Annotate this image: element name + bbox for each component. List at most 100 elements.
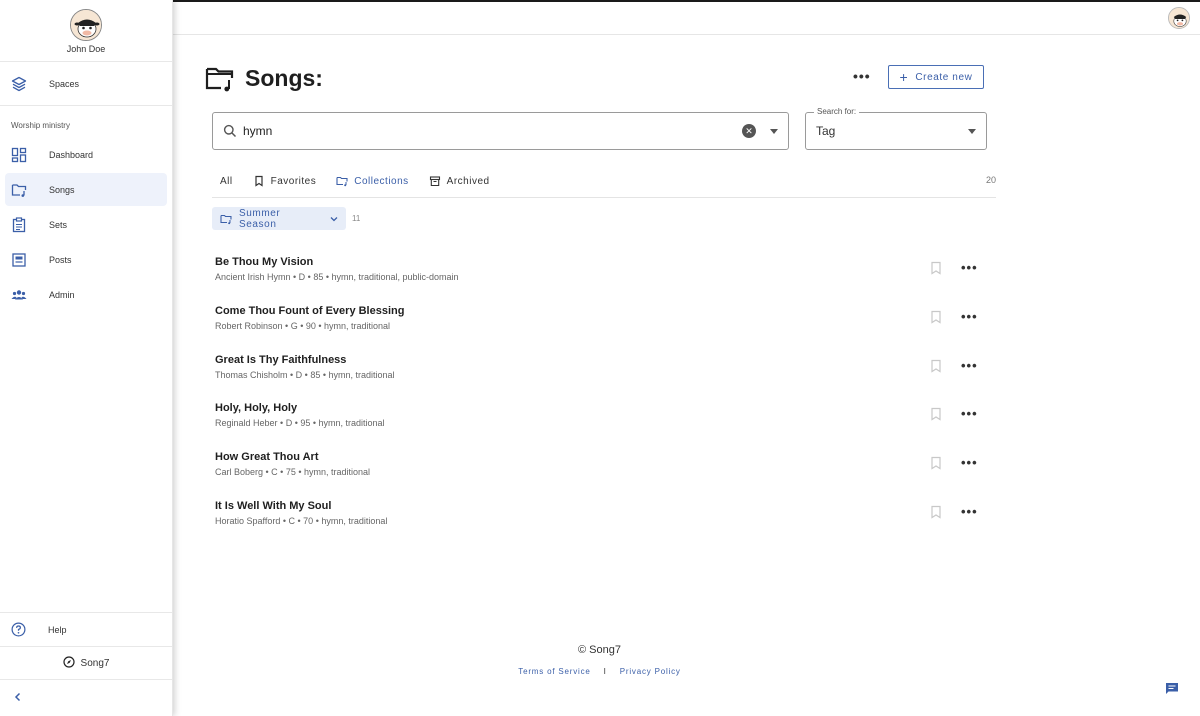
sidebar-item-help[interactable]: Help — [0, 612, 172, 646]
collection-folder-icon — [336, 176, 348, 187]
sidebar-item-dashboard[interactable]: Dashboard — [5, 138, 167, 171]
sidebar-item-sets[interactable]: Sets — [5, 208, 167, 241]
collection-folder-icon — [220, 214, 232, 224]
sidebar-item-label: Spaces — [49, 78, 80, 89]
search-field[interactable]: ✕ — [212, 112, 789, 150]
tab-collections[interactable]: Collections — [336, 170, 408, 192]
sidebar-bottom: Help Song7 — [0, 612, 172, 716]
tab-label: All — [220, 175, 233, 187]
tab-archived[interactable]: Archived — [429, 170, 490, 192]
chevron-down-icon — [330, 216, 338, 221]
privacy-link[interactable]: Privacy Policy — [620, 667, 681, 676]
tab-label: Archived — [446, 175, 490, 187]
song-more-options-button[interactable]: ••• — [961, 406, 978, 421]
song-tabs: All Favorites Collections Archived 20 — [212, 170, 996, 198]
song-meta: Reginald Heber • D • 95 • hymn, traditio… — [215, 418, 385, 429]
bookmark-icon[interactable] — [930, 505, 942, 519]
sidebar-item-songs[interactable]: Songs — [5, 173, 167, 206]
search-for-select[interactable]: Search for: Tag — [805, 107, 987, 150]
dashboard-icon — [11, 147, 27, 163]
bookmark-icon — [255, 175, 263, 187]
sidebar-item-admin[interactable]: Admin — [5, 278, 167, 311]
chevron-down-icon — [968, 128, 976, 134]
bookmark-icon[interactable] — [930, 359, 942, 373]
page-title: Songs: — [245, 64, 323, 91]
footer-separator: I — [603, 667, 607, 676]
bookmark-icon[interactable] — [930, 456, 942, 470]
song-row[interactable]: Holy, Holy, Holy Reginald Heber • D • 95… — [215, 400, 980, 449]
search-for-label: Search for: — [814, 107, 860, 116]
tab-all[interactable]: All — [212, 170, 233, 192]
collapse-sidebar-button[interactable] — [0, 679, 172, 716]
song-title[interactable]: It Is Well With My Soul — [215, 498, 980, 512]
copyright: © Song7 — [578, 644, 621, 656]
profile-section: John Doe — [0, 0, 172, 62]
song-count: 20 — [985, 175, 996, 185]
song-meta: Robert Robinson • G • 90 • hymn, traditi… — [215, 320, 391, 331]
song-more-options-button[interactable]: ••• — [961, 504, 978, 519]
top-user-avatar[interactable] — [1168, 7, 1190, 29]
clipboard-icon — [11, 216, 27, 233]
song-title[interactable]: Be Thou My Vision — [215, 254, 980, 268]
footer: © Song7 Terms of Service I Privacy Polic… — [173, 644, 1026, 676]
top-bar — [173, 0, 1200, 35]
tab-favorites[interactable]: Favorites — [253, 170, 317, 192]
chevron-left-icon — [13, 689, 23, 707]
song-meta: Ancient Irish Hymn • D • 85 • hymn, trad… — [215, 272, 459, 282]
song-title[interactable]: Come Thou Fount of Every Blessing — [215, 303, 980, 317]
songs-folder-icon — [11, 182, 27, 198]
sidebar-item-spaces[interactable]: Spaces — [5, 67, 167, 100]
help-icon — [11, 622, 26, 637]
song-meta: Thomas Chisholm • D • 85 • hymn, traditi… — [215, 369, 395, 380]
bookmark-icon[interactable] — [930, 407, 942, 421]
song-meta: Horatio Spafford • C • 70 • hymn, tradit… — [215, 515, 388, 526]
user-name: John Doe — [66, 44, 106, 54]
chat-icon[interactable] — [1165, 682, 1179, 695]
archive-icon — [429, 176, 440, 187]
sidebar-item-label: Dashboard — [49, 149, 94, 160]
section-label: Worship ministry — [11, 121, 70, 130]
song-title[interactable]: How Great Thou Art — [215, 449, 980, 463]
cow-avatar-icon — [1169, 8, 1189, 28]
song-more-options-button[interactable]: ••• — [961, 358, 978, 373]
bookmark-icon[interactable] — [930, 310, 942, 324]
terms-link[interactable]: Terms of Service — [518, 667, 590, 676]
posts-icon — [11, 252, 27, 268]
song-row[interactable]: It Is Well With My Soul Horatio Spafford… — [215, 498, 980, 547]
clear-search-icon[interactable]: ✕ — [742, 124, 756, 138]
song-more-options-button[interactable]: ••• — [961, 260, 978, 275]
bookmark-icon[interactable] — [930, 261, 942, 275]
page-more-options-button[interactable]: ••• — [853, 68, 871, 84]
song-row[interactable]: Be Thou My Vision Ancient Irish Hymn • D… — [215, 254, 980, 303]
collection-name: Summer Season — [238, 207, 281, 230]
create-new-label: Create new — [915, 71, 973, 83]
song-title[interactable]: Holy, Holy, Holy — [215, 400, 980, 414]
sidebar-item-posts[interactable]: Posts — [5, 243, 167, 276]
search-input[interactable] — [243, 124, 742, 138]
search-icon — [223, 124, 237, 138]
song-more-options-button[interactable]: ••• — [961, 455, 978, 470]
footer-links: Terms of Service I Privacy Policy — [173, 667, 1026, 676]
create-new-button[interactable]: + Create new — [888, 65, 984, 89]
song-row[interactable]: Come Thou Fount of Every Blessing Robert… — [215, 303, 980, 352]
sidebar-item-label: Help — [48, 624, 67, 635]
sidebar: John Doe Spaces Worship ministry Dashboa… — [0, 0, 173, 716]
song-row[interactable]: Great Is Thy Faithfulness Thomas Chishol… — [215, 352, 980, 401]
sidebar-item-label: Sets — [49, 219, 68, 230]
song-row[interactable]: How Great Thou Art Carl Boberg • C • 75 … — [215, 449, 980, 498]
song-list: Be Thou My Vision Ancient Irish Hymn • D… — [215, 254, 980, 547]
brand-row[interactable]: Song7 — [0, 646, 172, 679]
layers-icon — [11, 76, 27, 92]
collection-selector[interactable]: Summer Season — [212, 207, 346, 230]
song-more-options-button[interactable]: ••• — [961, 309, 978, 324]
brand-name: Song7 — [80, 657, 110, 669]
song-title[interactable]: Great Is Thy Faithfulness — [215, 352, 980, 366]
tab-label: Favorites — [270, 175, 317, 187]
collection-count: 11 — [352, 214, 361, 223]
song-meta: Carl Boberg • C • 75 • hymn, traditional — [215, 467, 371, 478]
cow-avatar-icon — [71, 10, 101, 40]
search-dropdown-arrow-icon[interactable] — [770, 128, 778, 134]
user-avatar[interactable] — [70, 9, 102, 41]
search-for-value: Tag — [816, 124, 836, 138]
sidebar-item-label: Admin — [49, 289, 75, 300]
